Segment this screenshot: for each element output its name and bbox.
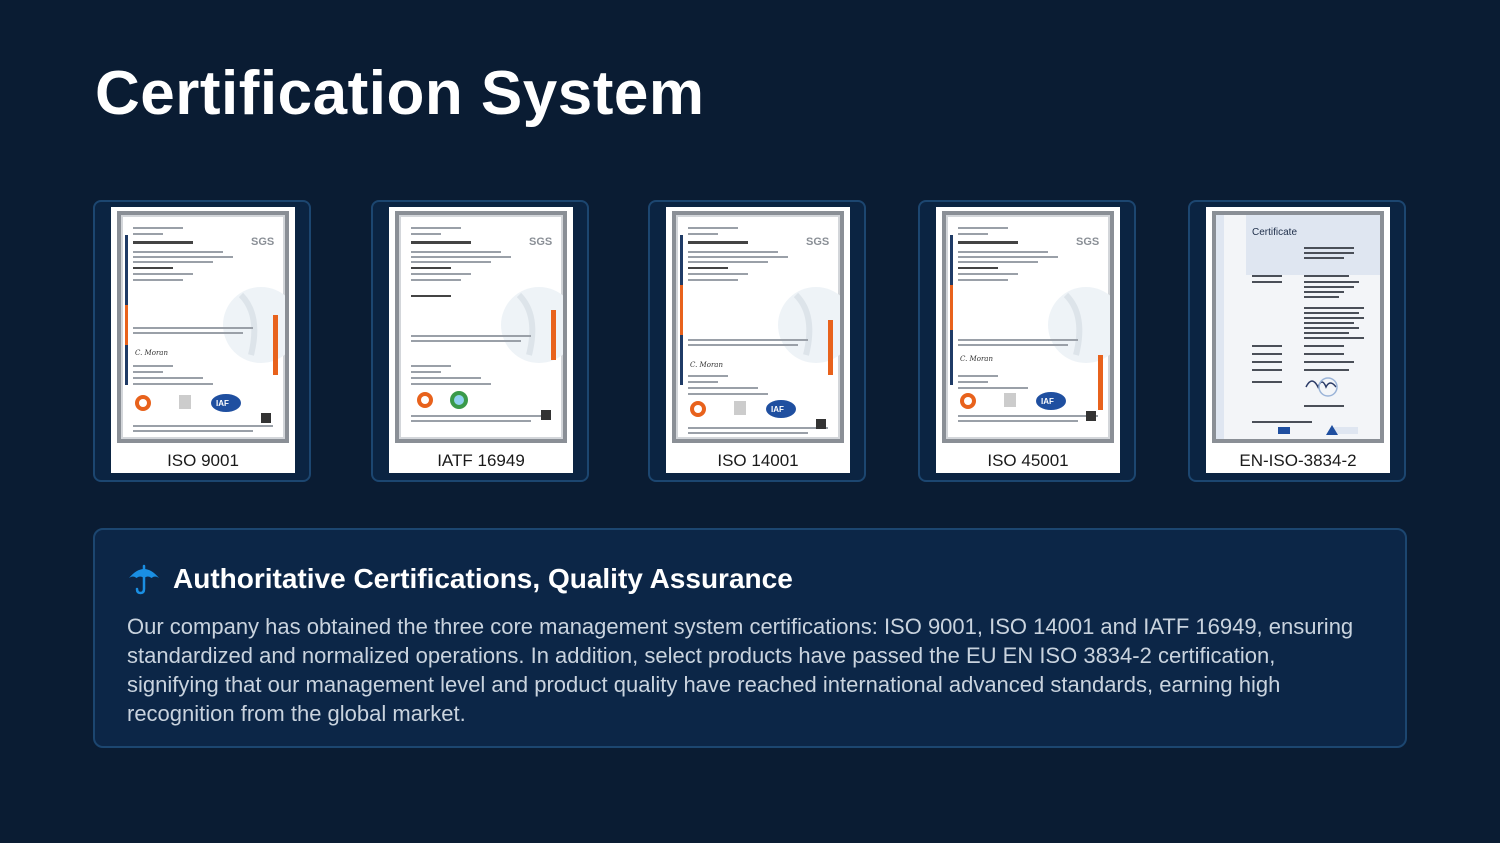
certificate-document-icon: Certificate bbox=[1216, 215, 1380, 439]
svg-text:IAF: IAF bbox=[771, 405, 784, 414]
svg-text:IAF: IAF bbox=[1041, 397, 1054, 406]
certificate-heading-text: Certificate bbox=[1252, 227, 1297, 238]
certificate-label: ISO 9001 bbox=[167, 451, 239, 470]
svg-text:C. Moran: C. Moran bbox=[135, 349, 168, 357]
certificate-frame: SGS bbox=[942, 211, 1114, 443]
certificate-image: SGS bbox=[111, 207, 295, 473]
panel-description: Our company has obtained the three core … bbox=[127, 614, 1354, 726]
certificate-label: EN-ISO-3834-2 bbox=[1239, 451, 1357, 470]
sgs-logo-text: SGS bbox=[1076, 236, 1099, 248]
certificate-card-iso-45001[interactable]: SGS C. Moran IAF ISO 45001 bbox=[918, 200, 1136, 482]
panel-title: Authoritative Certifications, Quality As… bbox=[173, 563, 793, 594]
svg-text:C. Moran: C. Moran bbox=[960, 355, 993, 363]
sgs-logo-text: SGS bbox=[806, 236, 829, 248]
certificate-image: SGS bbox=[389, 207, 573, 473]
certificate-frame: Certificate bbox=[1212, 211, 1384, 443]
certificate-frame: SGS bbox=[395, 211, 567, 443]
certificate-label: ISO 14001 bbox=[717, 451, 799, 470]
certificate-label: ISO 45001 bbox=[987, 451, 1069, 470]
certificate-frame: SGS bbox=[672, 211, 844, 443]
certificate-document-icon: SGS bbox=[680, 227, 840, 434]
panel-header: Authoritative Certifications, Quality As… bbox=[127, 562, 793, 596]
certificate-document-icon: SGS bbox=[411, 227, 563, 422]
certificate-card-en-iso-3834-2[interactable]: Certificate EN-ISO-3834-2 bbox=[1188, 200, 1406, 482]
svg-text:IAF: IAF bbox=[216, 399, 229, 408]
certificate-gallery: SGS C. Moran IAF ISO 9001 SGS IATF 16949… bbox=[93, 200, 1407, 482]
certificate-document-icon: SGS bbox=[950, 227, 1110, 422]
svg-text:C. Moran: C. Moran bbox=[690, 361, 723, 369]
umbrella-icon bbox=[129, 564, 159, 595]
page-title: Certification System bbox=[95, 59, 705, 128]
certificate-image: SGS bbox=[666, 207, 850, 473]
certificate-document-icon: SGS bbox=[125, 227, 285, 432]
certificate-image: SGS bbox=[936, 207, 1120, 473]
certificate-card-iso-9001[interactable]: SGS C. Moran IAF ISO 9001 bbox=[93, 200, 311, 482]
certificate-card-iso-14001[interactable]: SGS C. Moran IAF ISO 14001 bbox=[648, 200, 866, 482]
certificate-frame: SGS bbox=[117, 211, 289, 443]
certificate-label: IATF 16949 bbox=[437, 451, 525, 470]
sgs-logo-text: SGS bbox=[251, 236, 274, 248]
quality-assurance-panel: Authoritative Certifications, Quality As… bbox=[93, 528, 1407, 748]
sgs-logo-text: SGS bbox=[529, 236, 552, 248]
certificate-image: Certificate EN-ISO-3834-2 bbox=[1206, 207, 1390, 473]
certificate-card-iatf-16949[interactable]: SGS IATF 16949 bbox=[371, 200, 589, 482]
